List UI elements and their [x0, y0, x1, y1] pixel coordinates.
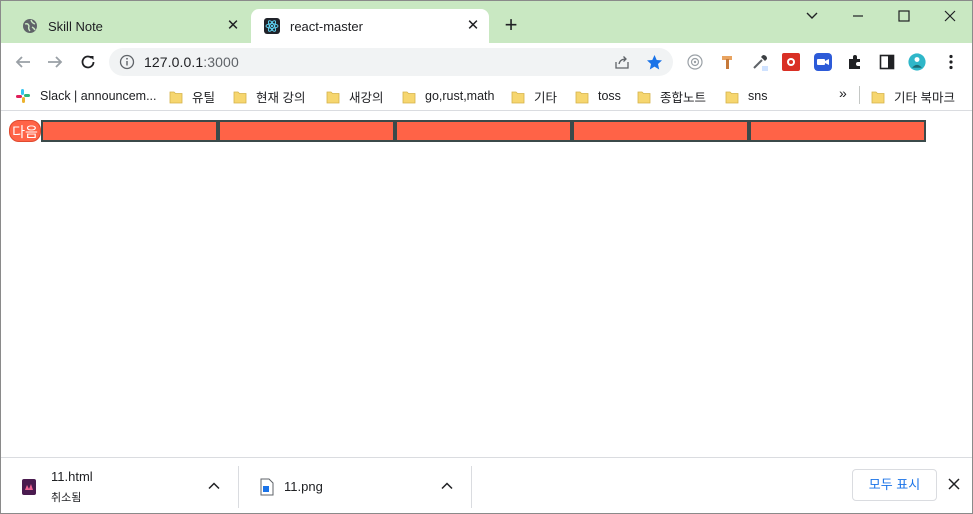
extension-hammer-icon[interactable]	[719, 53, 737, 71]
folder-icon	[511, 90, 525, 104]
next-button[interactable]: 다음	[9, 120, 41, 142]
bookmark-slack[interactable]: Slack | announcem...	[15, 86, 157, 106]
bookmark-label: 기타 북마크	[894, 90, 955, 105]
progress-bar-segment	[218, 120, 395, 142]
bookmark-folder-util[interactable]: 유틸	[169, 86, 215, 106]
bookmark-label: 현재 강의	[256, 90, 306, 105]
bookmarks-divider	[859, 86, 860, 104]
progress-bar-segment	[572, 120, 749, 142]
window-close-button[interactable]	[935, 4, 965, 28]
url-host: 127.0.0.1	[144, 54, 204, 70]
page-content: 다음	[1, 112, 972, 456]
bar-row	[41, 120, 926, 142]
eyedropper-icon[interactable]	[751, 53, 769, 71]
folder-icon	[637, 90, 651, 104]
reload-icon	[81, 55, 95, 69]
download-status: 취소됨	[51, 492, 82, 504]
folder-icon	[871, 90, 885, 104]
close-icon[interactable]: ✕	[223, 16, 243, 36]
show-all-button[interactable]: 모두 표시	[852, 469, 937, 501]
chevron-up-icon[interactable]	[207, 479, 221, 493]
bookmark-label: 기타	[534, 90, 558, 105]
folder-icon	[233, 90, 247, 104]
download-shelf: 11.html 취소됨 11.png 모두 표시	[1, 457, 972, 513]
bookmark-label: 유틸	[192, 90, 216, 105]
forward-button[interactable]	[42, 49, 68, 75]
url-text: 127.0.0.1:3000	[144, 54, 239, 70]
progress-bar-segment	[41, 120, 218, 142]
bookmark-label: toss	[598, 89, 621, 103]
back-arrow-icon	[15, 56, 30, 68]
folder-icon	[402, 90, 416, 104]
back-button[interactable]	[10, 49, 36, 75]
browser-window: Skill Note ✕ react-master ✕ + 127.0.0.1:…	[0, 0, 973, 514]
tab-skill-note[interactable]: Skill Note ✕	[9, 9, 249, 43]
profile-avatar[interactable]	[908, 53, 926, 71]
bookmark-folder-current-lecture[interactable]: 현재 강의	[233, 86, 305, 106]
new-tab-button[interactable]: +	[500, 14, 522, 36]
reload-button[interactable]	[75, 49, 101, 75]
folder-icon	[575, 90, 589, 104]
tab-react-master[interactable]: react-master ✕	[251, 9, 489, 43]
download-item[interactable]: 11.png	[239, 458, 471, 514]
puzzle-extensions-icon[interactable]	[846, 53, 864, 71]
bookmark-folder-etc[interactable]: 기타	[511, 86, 557, 106]
zoom-icon[interactable]	[814, 53, 832, 71]
tab-strip: Skill Note ✕ react-master ✕ +	[1, 1, 972, 43]
tab-title: Skill Note	[48, 18, 103, 34]
menu-kebab-icon[interactable]	[942, 53, 960, 71]
download-divider	[471, 466, 472, 508]
globe-icon	[22, 18, 38, 34]
bookmark-folder-notes[interactable]: 종합노트	[637, 86, 706, 106]
bookmark-folder-toss[interactable]: toss	[575, 86, 621, 106]
folder-icon	[326, 90, 340, 104]
extension-bug-icon[interactable]	[782, 53, 800, 71]
minimize-button[interactable]	[843, 4, 873, 28]
bookmark-label: 새강의	[349, 90, 384, 105]
chevron-up-icon[interactable]	[440, 479, 454, 493]
bookmark-folder-sns[interactable]: sns	[725, 86, 767, 106]
bookmarks-overflow-chevron-icon[interactable]: »	[839, 85, 847, 101]
extension-eye-icon[interactable]	[686, 53, 704, 71]
bookmark-folder-new-lecture[interactable]: 새강의	[326, 86, 384, 106]
html-file-icon	[21, 478, 37, 496]
download-filename: 11.html	[51, 469, 93, 484]
bookmark-label: sns	[748, 89, 768, 103]
close-icon[interactable]: ✕	[463, 16, 483, 36]
download-item[interactable]: 11.html 취소됨	[1, 458, 237, 514]
folder-icon	[725, 90, 739, 104]
folder-icon	[169, 90, 183, 104]
site-info-icon[interactable]	[119, 54, 135, 70]
url-port: :3000	[203, 54, 239, 70]
other-bookmarks[interactable]: 기타 북마크	[871, 86, 955, 106]
tab-title: react-master	[290, 18, 363, 34]
side-panel-icon[interactable]	[878, 53, 896, 71]
bookmarks-bar: Slack | announcem... 유틸 현재 강의 새강의 go,rus…	[1, 81, 972, 111]
share-icon[interactable]	[613, 53, 631, 71]
close-icon[interactable]	[945, 477, 963, 495]
progress-bar-segment	[395, 120, 572, 142]
bookmark-label: Slack | announcem...	[40, 89, 157, 103]
bookmark-star-icon[interactable]	[645, 53, 663, 71]
address-bar[interactable]: 127.0.0.1:3000	[109, 48, 673, 76]
bookmark-label: go,rust,math	[425, 89, 495, 103]
react-icon	[264, 18, 280, 34]
tab-search-icon[interactable]	[797, 4, 827, 28]
maximize-button[interactable]	[889, 4, 919, 28]
slack-icon	[15, 88, 31, 104]
download-filename: 11.png	[284, 479, 323, 494]
bookmark-folder-go-rust-math[interactable]: go,rust,math	[402, 86, 494, 106]
image-file-icon	[259, 478, 275, 496]
forward-arrow-icon	[48, 56, 63, 68]
browser-toolbar: 127.0.0.1:3000	[1, 43, 972, 81]
progress-bar-segment	[749, 120, 926, 142]
bookmark-label: 종합노트	[660, 90, 707, 105]
